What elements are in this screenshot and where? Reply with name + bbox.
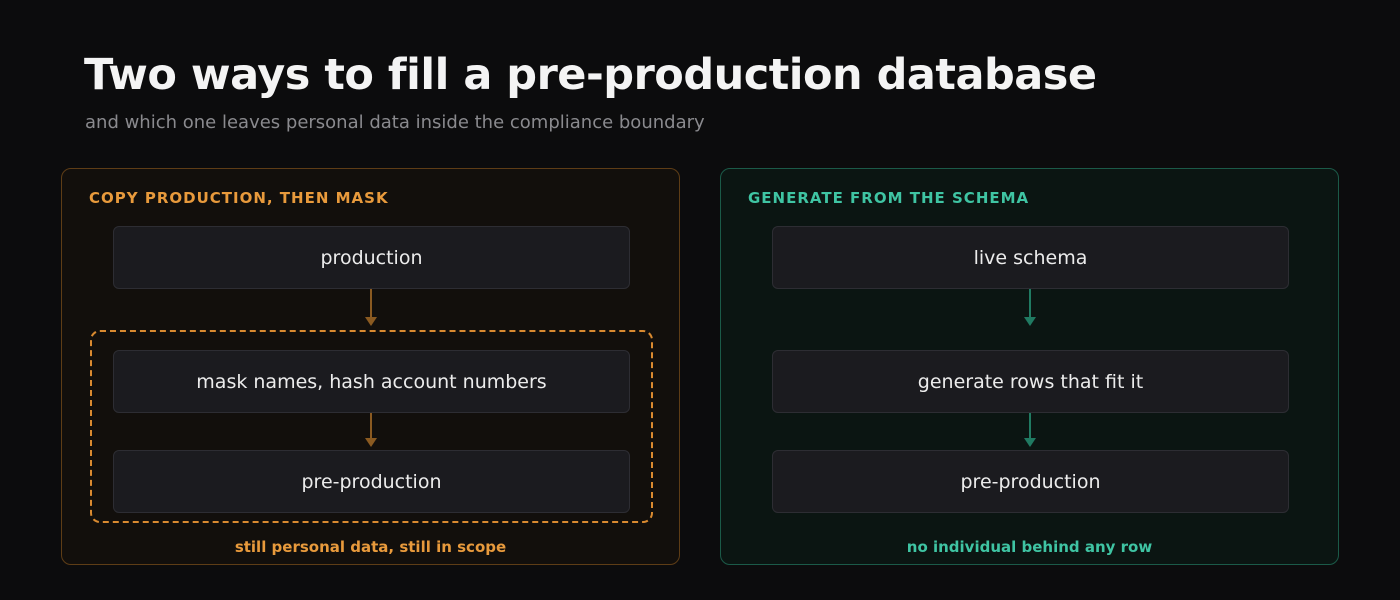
panel-label: GENERATE FROM THE SCHEMA — [748, 189, 1030, 207]
mask-step-node: mask names, hash account numbers — [113, 350, 630, 413]
panel-note: still personal data, still in scope — [234, 538, 507, 556]
pre-production-node: pre-production — [772, 450, 1289, 513]
page-subtitle: and which one leaves personal data insid… — [85, 112, 705, 133]
panel-label: COPY PRODUCTION, THEN MASK — [89, 189, 389, 207]
live-schema-node: live schema — [772, 226, 1289, 289]
page-title: Two ways to fill a pre-production databa… — [84, 50, 1097, 100]
production-node: production — [113, 226, 630, 289]
pre-production-node: pre-production — [113, 450, 630, 513]
panel-note: no individual behind any row — [906, 538, 1153, 556]
copy-then-mask-panel: COPY PRODUCTION, THEN MASK production ma… — [61, 168, 680, 565]
generate-from-schema-panel: GENERATE FROM THE SCHEMA live schema gen… — [720, 168, 1339, 565]
generate-rows-node: generate rows that fit it — [772, 350, 1289, 413]
